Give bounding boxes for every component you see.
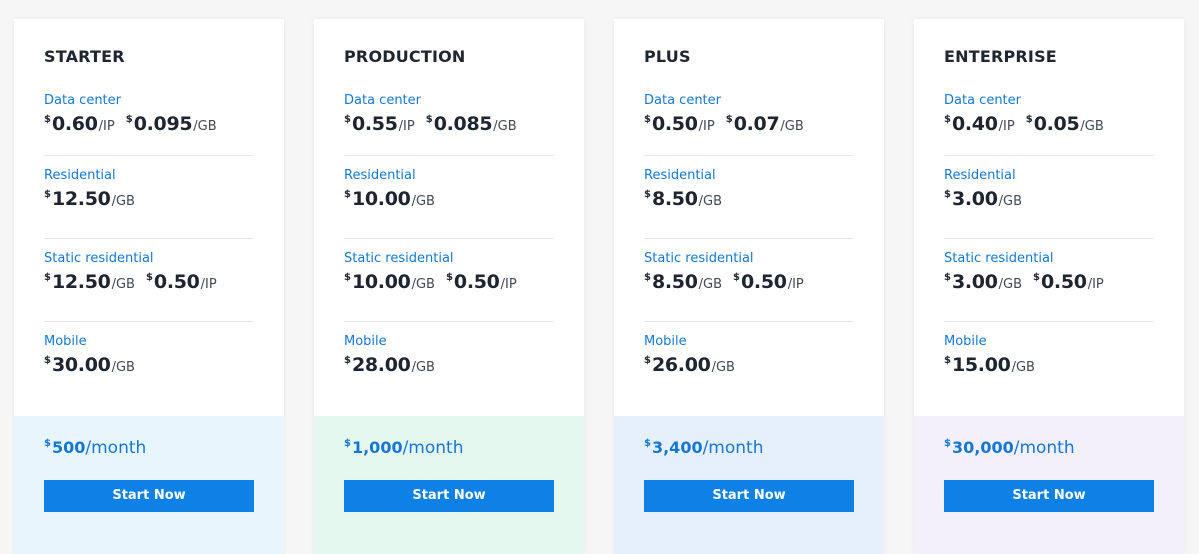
static-residential-label: Static residential bbox=[44, 251, 154, 266]
datacenter-gb-price: $0.05/GB bbox=[1025, 113, 1104, 135]
mobile-section: Mobile $28.00/GB bbox=[344, 322, 554, 405]
static-residential-label: Static residential bbox=[644, 251, 754, 266]
mobile-label: Mobile bbox=[644, 334, 687, 349]
datacenter-ip-price: $0.40/IP bbox=[944, 113, 1015, 135]
residential-gb-price: $10.00/GB bbox=[344, 188, 435, 210]
datacenter-label: Data center bbox=[344, 93, 421, 108]
mobile-gb-price: $28.00/GB bbox=[344, 354, 435, 376]
static-residential-section: Static residential $12.50/GB $0.50/IP bbox=[44, 239, 254, 322]
static-gb-price: $12.50/GB bbox=[44, 271, 135, 293]
static-residential-section: Static residential $10.00/GB $0.50/IP bbox=[344, 239, 554, 322]
static-gb-price: $3.00/GB bbox=[944, 271, 1023, 293]
static-ip-price: $0.50/IP bbox=[733, 271, 804, 293]
mobile-gb-price: $15.00/GB bbox=[944, 354, 1035, 376]
datacenter-ip-price: $0.60/IP bbox=[44, 113, 115, 135]
residential-label: Residential bbox=[44, 168, 116, 183]
plan-name: PLUS bbox=[644, 47, 691, 66]
datacenter-gb-price: $0.095/GB bbox=[125, 113, 217, 135]
mobile-label: Mobile bbox=[944, 334, 987, 349]
static-ip-price: $0.50/IP bbox=[1033, 271, 1104, 293]
datacenter-gb-price: $0.085/GB bbox=[425, 113, 517, 135]
monthly-price: $500/month bbox=[44, 438, 147, 458]
residential-gb-price: $8.50/GB bbox=[644, 188, 723, 210]
mobile-gb-price: $30.00/GB bbox=[44, 354, 135, 376]
datacenter-label: Data center bbox=[644, 93, 721, 108]
start-now-button[interactable]: Start Now bbox=[44, 480, 254, 512]
mobile-section: Mobile $15.00/GB bbox=[944, 322, 1154, 405]
mobile-section: Mobile $30.00/GB bbox=[44, 322, 254, 405]
mobile-label: Mobile bbox=[44, 334, 87, 349]
monthly-price: $1,000/month bbox=[344, 438, 464, 458]
plan-card-starter: STARTER Data center $0.60/IP $0.095/GB R… bbox=[14, 19, 284, 554]
datacenter-ip-price: $0.50/IP bbox=[644, 113, 715, 135]
plan-name: PRODUCTION bbox=[344, 47, 466, 66]
plan-card-plus: PLUS Data center $0.50/IP $0.07/GB Resid… bbox=[614, 19, 884, 554]
static-ip-price: $0.50/IP bbox=[145, 271, 217, 293]
plan-footer: $3,400/month Start Now bbox=[614, 416, 884, 554]
residential-section: Residential $12.50/GB bbox=[44, 156, 254, 239]
static-residential-label: Static residential bbox=[944, 251, 1054, 266]
monthly-price: $30,000/month bbox=[944, 438, 1075, 458]
static-residential-section: Static residential $3.00/GB $0.50/IP bbox=[944, 239, 1154, 322]
residential-section: Residential $8.50/GB bbox=[644, 156, 854, 239]
datacenter-section: Data center $0.55/IP $0.085/GB bbox=[344, 81, 554, 156]
plan-footer: $500/month Start Now bbox=[14, 416, 284, 554]
datacenter-label: Data center bbox=[44, 93, 121, 108]
residential-label: Residential bbox=[644, 168, 716, 183]
plan-name: STARTER bbox=[44, 47, 125, 66]
static-ip-price: $0.50/IP bbox=[445, 271, 517, 293]
pricing-cards-row: STARTER Data center $0.60/IP $0.095/GB R… bbox=[0, 0, 1199, 554]
residential-label: Residential bbox=[944, 168, 1016, 183]
static-residential-label: Static residential bbox=[344, 251, 454, 266]
datacenter-label: Data center bbox=[944, 93, 1021, 108]
static-gb-price: $8.50/GB bbox=[644, 271, 723, 293]
static-gb-price: $10.00/GB bbox=[344, 271, 435, 293]
datacenter-section: Data center $0.40/IP $0.05/GB bbox=[944, 81, 1154, 156]
mobile-gb-price: $26.00/GB bbox=[644, 354, 735, 376]
plan-card-production: PRODUCTION Data center $0.55/IP $0.085/G… bbox=[314, 19, 584, 554]
residential-gb-price: $12.50/GB bbox=[44, 188, 135, 210]
start-now-button[interactable]: Start Now bbox=[944, 480, 1154, 512]
datacenter-gb-price: $0.07/GB bbox=[725, 113, 804, 135]
start-now-button[interactable]: Start Now bbox=[344, 480, 554, 512]
datacenter-section: Data center $0.50/IP $0.07/GB bbox=[644, 81, 854, 156]
residential-gb-price: $3.00/GB bbox=[944, 188, 1023, 210]
residential-section: Residential $10.00/GB bbox=[344, 156, 554, 239]
residential-section: Residential $3.00/GB bbox=[944, 156, 1154, 239]
datacenter-ip-price: $0.55/IP bbox=[344, 113, 415, 135]
start-now-button[interactable]: Start Now bbox=[644, 480, 854, 512]
monthly-price: $3,400/month bbox=[644, 438, 764, 458]
plan-footer: $1,000/month Start Now bbox=[314, 416, 584, 554]
plan-footer: $30,000/month Start Now bbox=[914, 416, 1184, 554]
mobile-label: Mobile bbox=[344, 334, 387, 349]
mobile-section: Mobile $26.00/GB bbox=[644, 322, 854, 405]
plan-name: ENTERPRISE bbox=[944, 47, 1057, 66]
datacenter-section: Data center $0.60/IP $0.095/GB bbox=[44, 81, 254, 156]
residential-label: Residential bbox=[344, 168, 416, 183]
static-residential-section: Static residential $8.50/GB $0.50/IP bbox=[644, 239, 854, 322]
plan-card-enterprise: ENTERPRISE Data center $0.40/IP $0.05/GB… bbox=[914, 19, 1184, 554]
